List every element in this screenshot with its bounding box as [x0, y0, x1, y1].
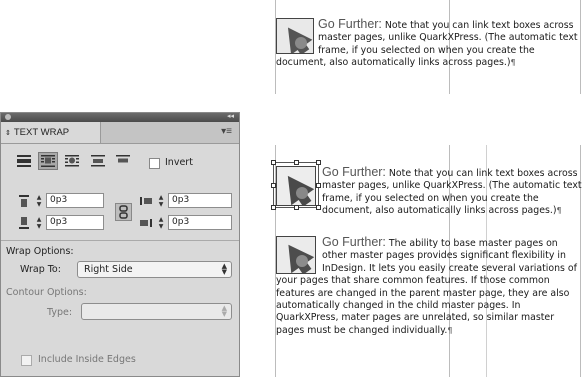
contour-type-select[interactable]: ▲ ▼ [81, 303, 232, 320]
include-inside-edges-checkbox[interactable] [21, 355, 32, 366]
resize-handle[interactable] [294, 160, 299, 165]
wrap-to-value: Right Side [84, 264, 133, 275]
right-offset-stepper[interactable]: ▲ ▼ [156, 216, 166, 230]
image-frame[interactable] [276, 18, 314, 54]
right-offset-field[interactable]: 0p3 [168, 215, 232, 230]
make-all-settings-same-button[interactable] [115, 203, 132, 221]
resize-handle[interactable] [316, 183, 321, 188]
left-offset-stepper[interactable]: ▲ ▼ [156, 194, 166, 208]
selection-bounds[interactable] [273, 162, 319, 208]
collapse-icon[interactable]: ◂◂ [227, 112, 234, 120]
panel-titlebar[interactable]: ◂◂ [1, 113, 239, 122]
tab-toggle-icon[interactable]: ⇕ [5, 130, 11, 137]
arrow-graphic-icon [277, 19, 313, 53]
top-offset-field[interactable]: 0p3 [46, 193, 104, 208]
bottom-offset-field[interactable]: 0p3 [46, 215, 104, 230]
resize-handle[interactable] [316, 205, 321, 210]
panel-tab-row: ⇕ TEXT WRAP ▾≡ [1, 122, 239, 144]
bottom-offset-stepper[interactable]: ▲ ▼ [34, 216, 44, 230]
tab-label: TEXT WRAP [13, 127, 70, 138]
go-further-lead: Go Further: [322, 235, 386, 249]
text-wrap-panel: ◂◂ ⇕ TEXT WRAP ▾≡ [0, 112, 240, 377]
text-frame-bottom[interactable]: Go Further: The ability to base master p… [276, 236, 583, 337]
include-inside-edges-label: Include Inside Edges [38, 354, 136, 365]
select-arrows-icon: ▲ ▼ [221, 304, 227, 318]
resize-handle[interactable] [271, 205, 276, 210]
divider [1, 240, 239, 241]
text-frame-middle[interactable]: Go Further: Note that you can link text … [276, 166, 583, 218]
panel-menu-icon[interactable]: ▾≡ [221, 126, 232, 137]
go-further-lead: Go Further: [318, 17, 382, 31]
resize-handle[interactable] [271, 160, 276, 165]
resize-handle[interactable] [271, 183, 276, 188]
paragraph-mark: ¶ [556, 206, 562, 216]
bottom-offset-icon [19, 217, 29, 229]
wrap-to-label: Wrap To: [20, 264, 61, 275]
tab-text-wrap[interactable]: ⇕ TEXT WRAP [1, 122, 101, 143]
text-frame-top[interactable]: Go Further: Note that you can link text … [276, 18, 583, 70]
paragraph-mark: ¶ [510, 58, 516, 68]
image-frame[interactable] [276, 236, 316, 274]
wrap-options-label: Wrap Options: [6, 246, 74, 257]
go-further-lead: Go Further: [322, 165, 386, 179]
invert-label: Invert [165, 157, 193, 168]
close-dot-icon[interactable] [5, 114, 11, 120]
left-offset-field[interactable]: 0p3 [168, 193, 232, 208]
arrow-graphic-icon [277, 237, 315, 273]
right-offset-icon [140, 219, 152, 227]
frame-body-text: The ability to base master pages on othe… [276, 238, 577, 336]
chain-link-icon [119, 205, 128, 219]
resize-handle[interactable] [316, 160, 321, 165]
top-offset-icon [19, 195, 29, 207]
resize-handle[interactable] [294, 205, 299, 210]
type-label: Type: [47, 307, 73, 318]
top-offset-stepper[interactable]: ▲ ▼ [34, 194, 44, 208]
wrap-to-select[interactable]: Right Side ▲ ▼ [77, 261, 232, 278]
contour-options-label: Contour Options: [6, 287, 87, 298]
paragraph-mark: ¶ [447, 325, 453, 335]
invert-checkbox[interactable] [149, 158, 160, 169]
select-arrows-icon: ▲ ▼ [221, 262, 227, 276]
left-offset-icon [140, 197, 152, 205]
